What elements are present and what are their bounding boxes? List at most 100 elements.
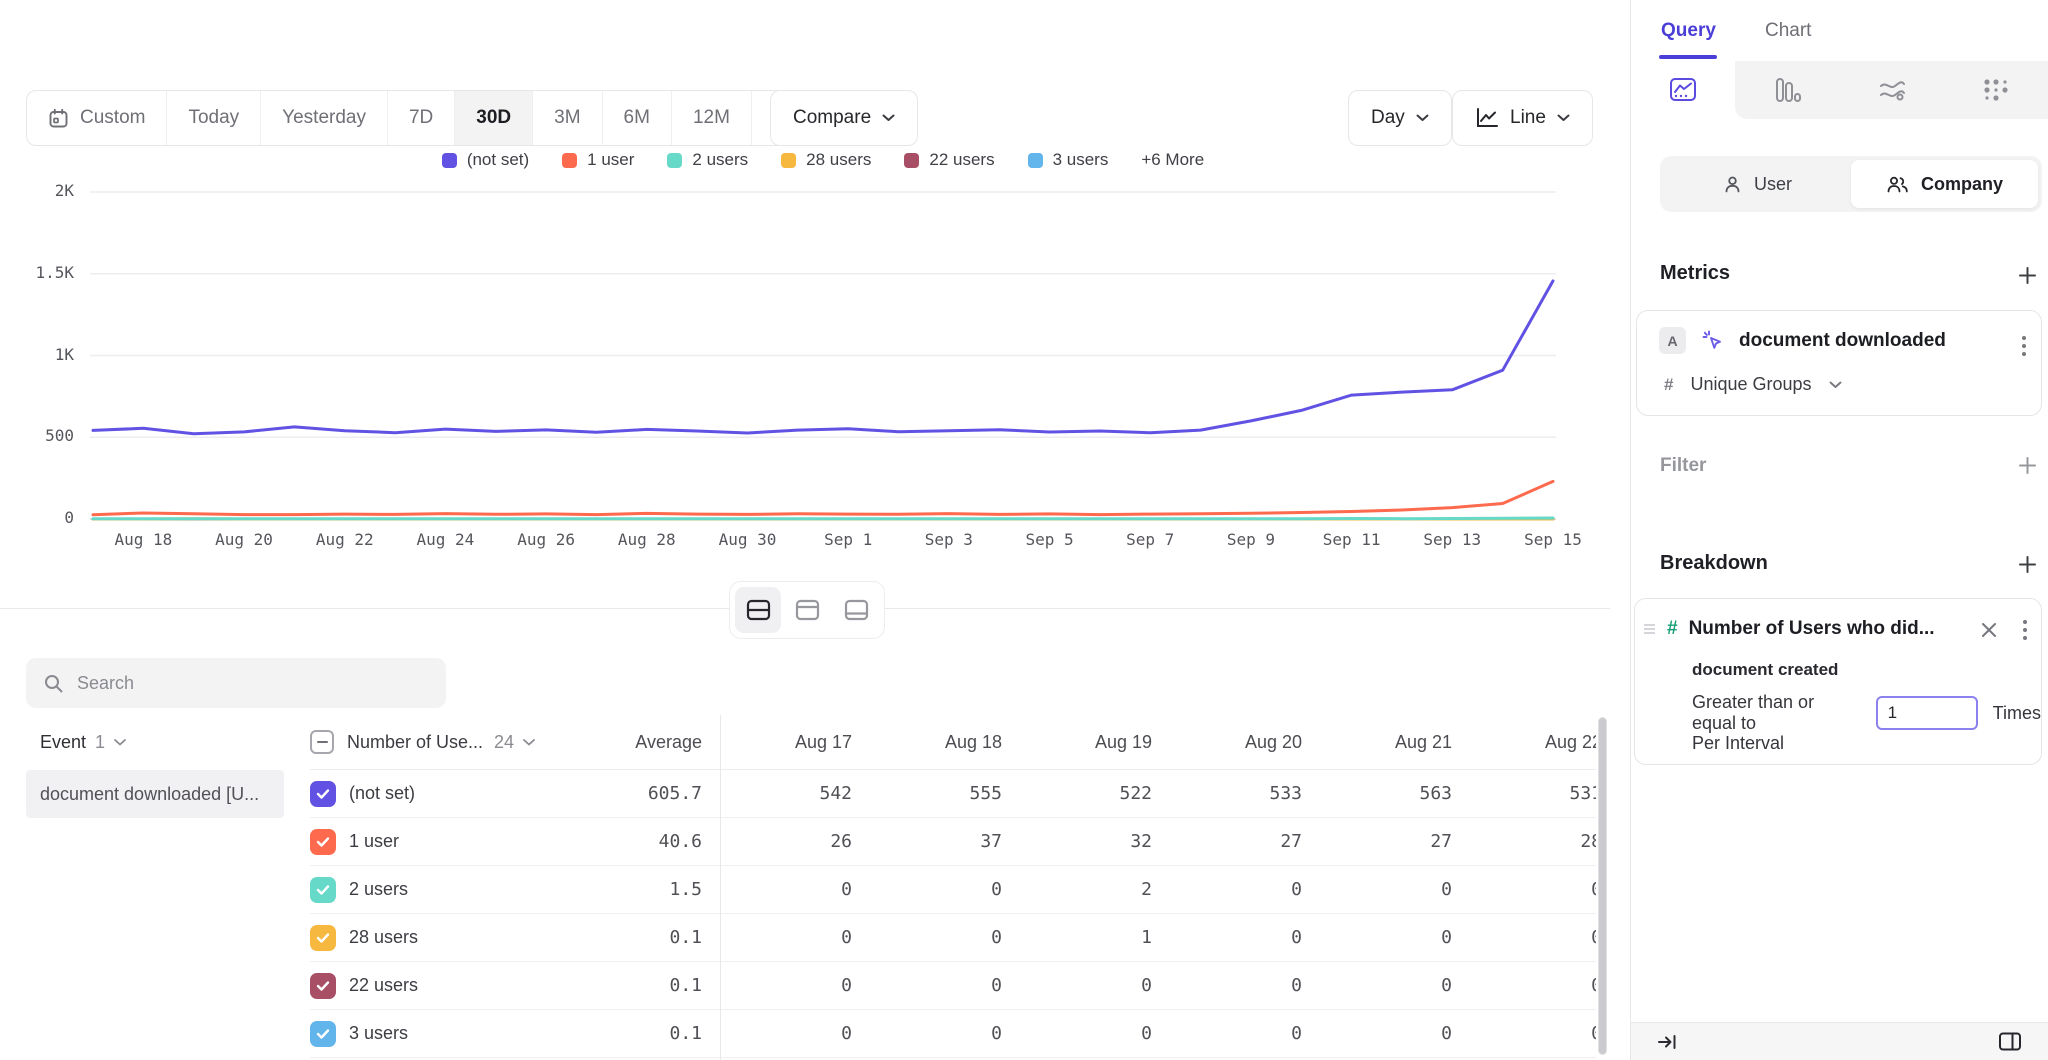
legend-item[interactable]: 2 users	[667, 150, 748, 170]
cell-value: 0	[1470, 975, 1596, 996]
tile-flow-chart[interactable]	[1840, 61, 1944, 119]
range-7d[interactable]: 7D	[388, 91, 455, 145]
range-3m[interactable]: 3M	[533, 91, 602, 145]
average-value: 605.7	[560, 783, 720, 804]
company-icon	[1886, 175, 1909, 194]
interval-label: Day	[1371, 107, 1405, 129]
group-header-label: Number of Use...	[347, 732, 483, 753]
bar-chart-tile-icon	[1772, 76, 1802, 104]
x-tick-label: Sep 11	[1302, 530, 1402, 549]
cell-value: 0	[1470, 879, 1596, 900]
cell-value: 0	[870, 975, 1020, 996]
line-chart[interactable]	[90, 190, 1556, 522]
layout-chart-view-button[interactable]	[784, 587, 830, 633]
per-interval-label: Per Interval	[1692, 733, 1784, 754]
aggregation-dropdown[interactable]: # Unique Groups	[1664, 374, 1842, 395]
group-column-dropdown[interactable]: Number of Use... 24	[347, 732, 535, 753]
legend-item[interactable]: 3 users	[1028, 150, 1109, 170]
chart-type-dropdown[interactable]: Line	[1452, 90, 1593, 146]
results-table: Number of Use... 24 Average Aug 17Aug 18…	[310, 715, 1596, 1060]
table-row: 3 users0.1000000	[310, 1010, 1596, 1058]
table-row: 1 user40.6263732272728	[310, 818, 1596, 866]
metric-name: document downloaded	[1739, 330, 1946, 352]
tab-chart[interactable]: Chart	[1765, 20, 1811, 42]
collapse-panel-icon[interactable]	[1657, 1032, 1678, 1052]
series-checkbox[interactable]	[310, 925, 336, 951]
property-hash-icon: #	[1667, 618, 1678, 640]
breakdown-kebab-menu[interactable]	[2022, 619, 2028, 641]
scope-option-company[interactable]: Company	[1851, 160, 2038, 208]
range-custom[interactable]: Custom	[27, 91, 167, 145]
add-metric-button[interactable]	[2014, 262, 2040, 288]
x-tick-label: Sep 15	[1503, 530, 1603, 549]
date-range-group: CustomTodayYesterday7D30D3M6M12MXTD	[26, 90, 856, 146]
legend-item[interactable]: 22 users	[904, 150, 994, 170]
add-breakdown-button[interactable]	[2014, 551, 2040, 577]
y-tick-label: 500	[8, 426, 74, 445]
close-icon[interactable]	[1981, 622, 1997, 638]
group-count: 24	[494, 732, 514, 753]
x-tick-label: Sep 7	[1100, 530, 1200, 549]
series-label: (not set)	[349, 783, 415, 804]
layout-split-view-button[interactable]	[735, 587, 781, 633]
legend-swatch	[562, 153, 577, 168]
chevron-down-icon	[1557, 114, 1570, 122]
tab-query[interactable]: Query	[1661, 20, 1716, 42]
side-panel-toggle-icon[interactable]	[1998, 1031, 2022, 1052]
range-today[interactable]: Today	[167, 91, 261, 145]
layout-table-view-button[interactable]	[833, 587, 879, 633]
legend-item[interactable]: 1 user	[562, 150, 634, 170]
date-column-header: Aug 22	[1470, 732, 1596, 753]
tile-grid-chart[interactable]	[1944, 61, 2048, 119]
range-30d[interactable]: 30D	[455, 91, 533, 145]
x-tick-label: Aug 24	[395, 530, 495, 549]
cell-value: 0	[870, 1023, 1020, 1044]
line-chart-icon	[1475, 107, 1499, 129]
search-input[interactable]	[77, 673, 429, 694]
range-yesterday[interactable]: Yesterday	[261, 91, 388, 145]
legend-more-button[interactable]: +6 More	[1141, 150, 1204, 170]
add-filter-button[interactable]	[2014, 452, 2040, 478]
series-checkbox[interactable]	[310, 973, 336, 999]
average-value: 40.6	[560, 831, 720, 852]
breakdown-title: Number of Users who did...	[1689, 618, 1935, 640]
series-label: 28 users	[349, 927, 418, 948]
condition-unit-label: Times	[1993, 703, 2041, 724]
table-column-divider	[720, 715, 721, 1060]
scope-option-user[interactable]: User	[1664, 160, 1851, 208]
metric-card[interactable]: A document downloaded # Unique Groups	[1636, 310, 2042, 416]
event-row-item[interactable]: document downloaded [U...	[26, 770, 284, 818]
tile-bar-chart[interactable]	[1735, 61, 1839, 119]
series-checkbox[interactable]	[310, 877, 336, 903]
condition-value-input[interactable]	[1876, 696, 1978, 730]
condition-label: Greater than or equal to	[1692, 692, 1861, 734]
event-column-dropdown[interactable]: Event 1	[40, 732, 126, 753]
tile-line-chart[interactable]	[1631, 61, 1735, 119]
range-12m[interactable]: 12M	[672, 91, 752, 145]
cell-value: 0	[1320, 927, 1470, 948]
drag-handle-icon[interactable]	[1643, 623, 1656, 635]
legend-item[interactable]: (not set)	[442, 150, 529, 170]
x-tick-label: Aug 28	[597, 530, 697, 549]
chevron-down-icon	[114, 739, 126, 746]
series-checkbox[interactable]	[310, 829, 336, 855]
select-all-checkbox[interactable]	[310, 730, 334, 754]
x-tick-label: Aug 18	[93, 530, 193, 549]
series-checkbox[interactable]	[310, 781, 336, 807]
cell-value: 26	[720, 831, 870, 852]
interval-dropdown[interactable]: Day	[1348, 90, 1452, 146]
metric-kebab-menu[interactable]	[2021, 335, 2027, 357]
cell-value: 0	[1170, 879, 1320, 900]
legend-swatch	[442, 153, 457, 168]
series-checkbox[interactable]	[310, 1021, 336, 1047]
cell-value: 2	[1020, 879, 1170, 900]
cell-value: 28	[1470, 831, 1596, 852]
cell-value: 0	[1470, 1023, 1596, 1044]
legend-swatch	[904, 153, 919, 168]
legend-item[interactable]: 28 users	[781, 150, 871, 170]
table-scrollbar[interactable]	[1598, 717, 1607, 1055]
compare-button[interactable]: Compare	[770, 90, 918, 146]
chart-type-label: Line	[1510, 107, 1546, 129]
y-tick-label: 2K	[8, 181, 74, 200]
range-6m[interactable]: 6M	[603, 91, 672, 145]
